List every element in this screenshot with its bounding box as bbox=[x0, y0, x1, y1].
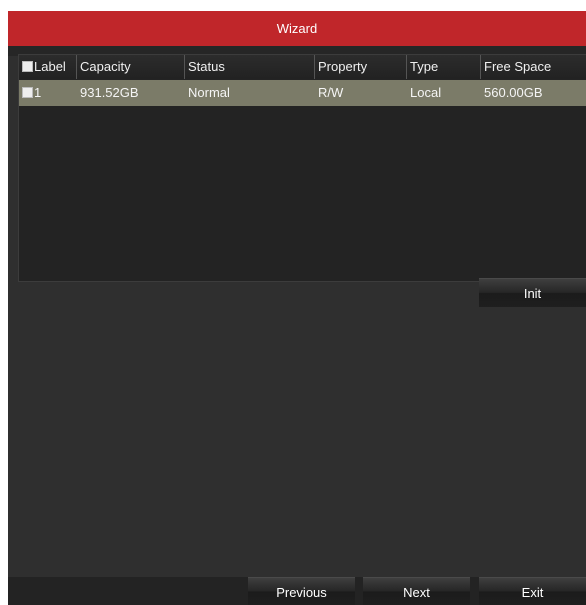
column-header-free-space[interactable]: Free Space bbox=[481, 55, 586, 79]
wizard-window: Wizard Label Capacity Status Property Ty… bbox=[8, 11, 586, 605]
exit-button[interactable]: Exit bbox=[479, 577, 586, 605]
row-checkbox[interactable] bbox=[22, 87, 33, 98]
select-all-checkbox[interactable] bbox=[22, 61, 33, 72]
cell-free-space: 560.00GB bbox=[484, 85, 543, 100]
column-header-type[interactable]: Type bbox=[407, 55, 481, 79]
previous-button[interactable]: Previous bbox=[248, 577, 355, 605]
column-header-label[interactable]: Label bbox=[19, 55, 77, 79]
table-row[interactable]: 1 931.52GB Normal R/W Local 560.00GB bbox=[19, 80, 586, 106]
cell-capacity: 931.52GB bbox=[80, 85, 139, 100]
column-header-capacity[interactable]: Capacity bbox=[77, 55, 185, 79]
column-header-label-text: Label bbox=[34, 59, 66, 74]
footer-bar: Previous Next Exit bbox=[8, 577, 586, 605]
column-header-status[interactable]: Status bbox=[185, 55, 315, 79]
cell-status: Normal bbox=[188, 85, 230, 100]
table-header: Label Capacity Status Property Type Free… bbox=[19, 55, 586, 79]
init-button[interactable]: Init bbox=[479, 278, 586, 307]
cell-type: Local bbox=[410, 85, 442, 100]
cell-label: 1 bbox=[19, 80, 77, 106]
cell-label-text: 1 bbox=[34, 85, 42, 100]
cell-property: R/W bbox=[318, 85, 344, 100]
column-header-property[interactable]: Property bbox=[315, 55, 407, 79]
hdd-table: Label Capacity Status Property Type Free… bbox=[18, 54, 586, 282]
next-button[interactable]: Next bbox=[363, 577, 470, 605]
window-title: Wizard bbox=[8, 11, 586, 46]
